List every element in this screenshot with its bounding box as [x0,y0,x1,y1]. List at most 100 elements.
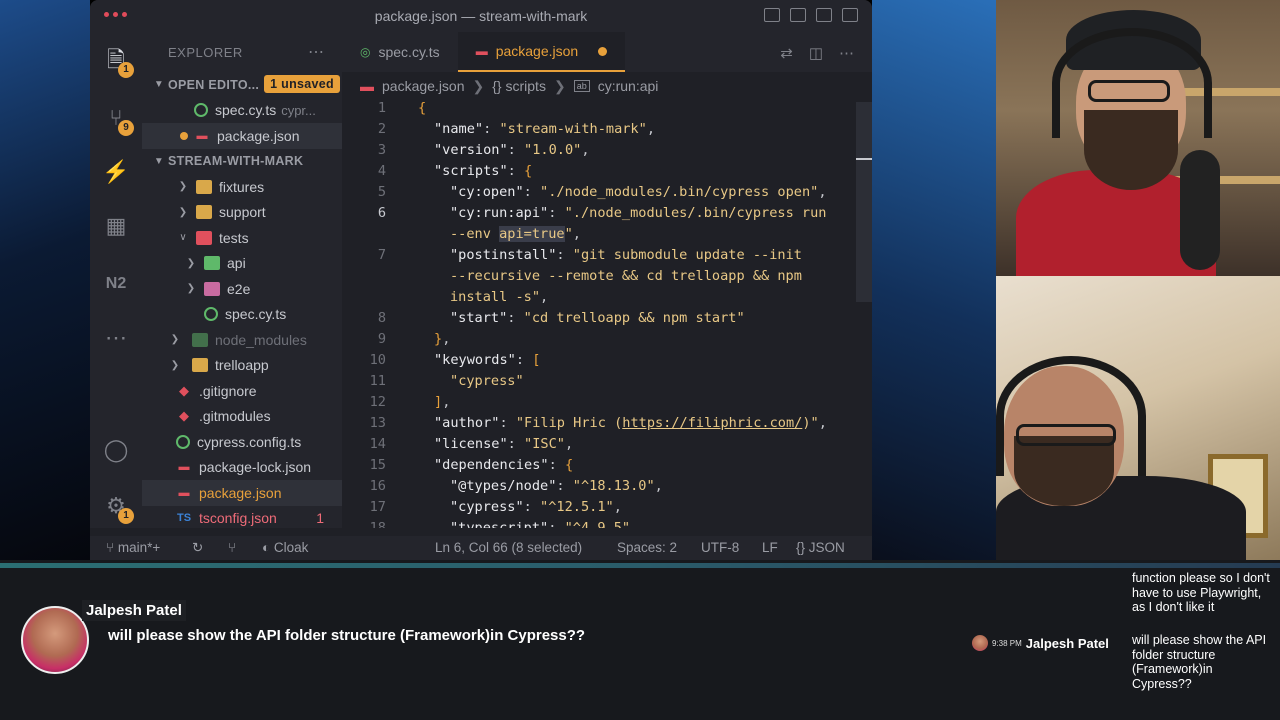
window-title: package.json — stream-with-mark [374,8,588,24]
open-editor-item-spec[interactable]: spec.cy.ts cypr... [142,98,342,124]
tree-label: node_modules [215,331,307,348]
tree-item-package-lock[interactable]: ▬ package-lock.json [142,455,342,481]
unsaved-badge: 1 unsaved [264,75,340,93]
open-editor-item-package[interactable]: ▬ package.json [142,123,342,149]
code-editor[interactable]: 1{ 2 "name": "stream-with-mark", 3 "versio… [342,98,872,528]
tree-item-cypress-config[interactable]: cypress.config.ts [142,429,342,455]
compare-icon[interactable]: ⇄ [780,44,793,62]
language-label: JSON [808,540,845,555]
tree-item-tests[interactable]: ∨ tests [142,225,342,251]
unsaved-dot-icon[interactable] [598,46,608,56]
typescript-config-icon: TS [176,512,192,525]
chevron-right-icon: ❯ [472,77,485,94]
chevron-right-icon: ❯ [553,77,566,94]
toggle-sidebar-icon[interactable] [764,8,780,22]
chevron-down-icon: ▼ [153,79,165,91]
explorer-badge: 1 [118,62,134,78]
breadcrumb: ▬ package.json ❯ {} scripts ❯ ab cy:run:… [360,76,658,96]
branch-status[interactable]: ⑂ main*+ [106,540,160,555]
sync-icon[interactable]: ↻ [192,540,203,556]
tree-item-spec[interactable]: spec.cy.ts [142,302,342,328]
customize-layout-icon[interactable] [842,8,858,22]
folder-icon [196,205,212,220]
n2-icon[interactable]: N2 [102,270,130,298]
vscode-window: package.json — stream-with-mark 🗎 1 ⑂ 9 … [90,0,872,560]
extensions-icon[interactable]: ▦ [102,212,130,240]
explorer-sidebar: EXPLORER ⋯ ▼ OPEN EDITO... 1 unsaved spe… [142,32,342,528]
side-chat-time: 9:38 PM [992,638,1022,648]
open-editor-path: cypr... [281,102,316,118]
more-icon[interactable]: ⋯ [102,324,130,352]
settings-gear-icon[interactable]: ⚙ 1 [102,492,134,524]
editor-scrollbar[interactable] [856,102,872,302]
tree-label: tsconfig.json [199,510,277,527]
tree-item-tsconfig[interactable]: TS tsconfig.json 1 [142,506,342,529]
author-link[interactable]: https://filiphric.com/ [622,415,802,431]
side-chat-message: will please show the API folder structur… [1132,633,1267,691]
tab-package[interactable]: ▬ package.json [457,32,626,72]
open-editor-label: spec.cy.ts [215,102,277,119]
chevron-down-icon: ∨ [179,232,187,244]
cloak-toggle[interactable]: ◐ Cloak [262,540,308,555]
npm-file-icon: ▬ [360,78,374,94]
api-folder-icon [204,256,220,271]
tree-item-trelloapp[interactable]: ❯ trelloapp [142,353,342,379]
git-graph-icon[interactable]: ⑂ [228,540,236,555]
explorer-more-icon[interactable]: ⋯ [308,42,324,62]
chevron-right-icon: ❯ [170,334,180,346]
scrollbar-cursor-marker [856,158,872,160]
editor-actions: ⇄ ◫ ⋯ [780,44,854,62]
title-bar: package.json — stream-with-mark [90,0,872,32]
npm-file-icon: ▬ [475,44,488,58]
node-folder-icon [192,332,208,347]
breadcrumb-file[interactable]: package.json [382,78,465,94]
source-control-icon[interactable]: ⑂ 9 [102,104,134,136]
indentation-status[interactable]: Spaces: 2 [617,540,677,555]
project-section[interactable]: ▼ STREAM-WITH-MARK [142,149,342,175]
npm-file-icon: ▬ [178,486,190,499]
tree-item-e2e[interactable]: ❯ e2e [142,276,342,302]
tree-item-node-modules[interactable]: ❯ node_modules [142,327,342,353]
folder-icon [196,179,212,194]
tree-item-package[interactable]: ▬ package.json [142,480,342,506]
tree-label: spec.cy.ts [225,306,287,323]
open-editors-section[interactable]: ▼ OPEN EDITO... 1 unsaved [142,72,342,98]
npm-file-icon: ▬ [178,461,190,474]
account-icon[interactable]: ◯ [102,436,130,464]
cursor-position[interactable]: Ln 6, Col 66 (8 selected) [435,540,582,555]
side-chat-meta: 9:38 PM Jalpesh Patel [972,635,1109,651]
toggle-secondary-sidebar-icon[interactable] [816,8,832,22]
more-actions-icon[interactable]: ⋯ [839,44,854,62]
activity-bar: 🗎 1 ⑂ 9 ⚡ ▦ N2 ⋯ ◯ ⚙ 1 [90,32,142,528]
cypress-file-icon: ◎ [360,45,371,59]
git-file-icon: ◆ [179,408,189,424]
breadcrumb-key[interactable]: cy:run:api [598,78,659,94]
breadcrumb-scripts[interactable]: {} scripts [492,78,546,94]
explorer-icon[interactable]: 🗎 1 [102,46,134,78]
tree-item-gitmodules[interactable]: ◆ .gitmodules [142,404,342,430]
tree-item-api[interactable]: ❯ api [142,251,342,277]
window-controls[interactable] [104,12,127,17]
open-editor-label: package.json [217,127,300,144]
branch-label: main*+ [117,540,161,555]
stream-frame: package.json — stream-with-mark 🗎 1 ⑂ 9 … [0,0,1280,720]
chevron-right-icon: ❯ [186,283,196,295]
side-chat-author: Jalpesh Patel [1025,635,1109,651]
problem-count: 1 [316,510,324,527]
modified-dot-icon [180,131,188,140]
tree-item-gitignore[interactable]: ◆ .gitignore [142,378,342,404]
cypress-file-icon [204,307,218,322]
editor-tabs: ◎ spec.cy.ts ▬ package.json ⇄ ◫ ⋯ [342,32,872,72]
split-editor-icon[interactable]: ◫ [809,44,823,62]
tree-item-fixtures[interactable]: ❯ fixtures [142,174,342,200]
language-mode[interactable]: {} JSON [796,540,845,555]
tab-spec[interactable]: ◎ spec.cy.ts [342,32,458,72]
side-chat-message: function please so I don't have to use P… [1132,571,1270,614]
encoding-status[interactable]: UTF-8 [701,540,739,555]
tree-item-support[interactable]: ❯ support [142,200,342,226]
eol-status[interactable]: LF [762,540,778,555]
string-property-icon: ab [573,80,590,92]
lightning-icon[interactable]: ⚡ [102,158,130,186]
toggle-panel-icon[interactable] [790,8,806,22]
side-chat-avatar [972,635,988,651]
